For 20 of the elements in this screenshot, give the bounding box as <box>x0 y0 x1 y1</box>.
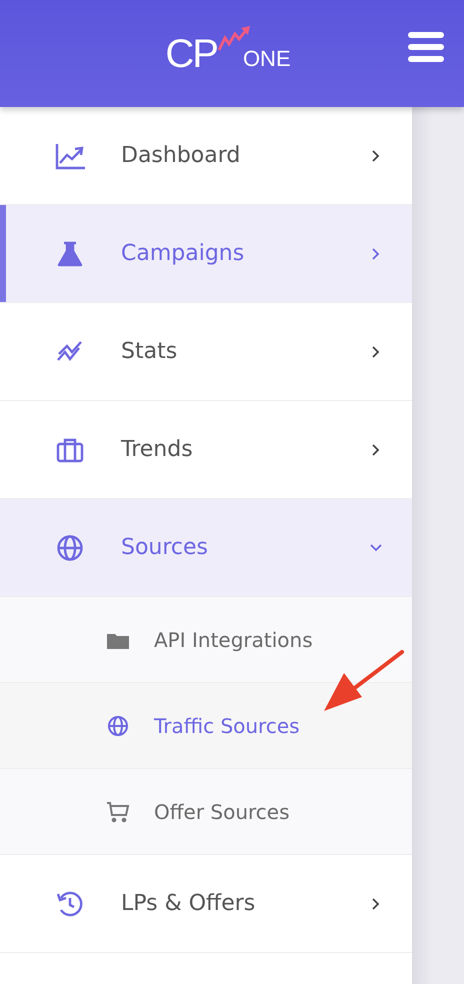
chart-icon <box>55 142 85 170</box>
menu-item[interactable]: Campaigns <box>0 205 412 303</box>
submenu-item[interactable]: API Integrations <box>0 597 412 683</box>
chevron-right-icon <box>370 246 382 260</box>
chevron-right-icon <box>370 896 382 910</box>
menu-icon[interactable] <box>408 32 444 62</box>
menu-item[interactable]: Sources <box>0 499 412 597</box>
chevron-right-icon <box>370 344 382 358</box>
chevron-right-icon <box>370 148 382 162</box>
globe-icon <box>55 534 85 562</box>
globe-icon <box>106 714 130 736</box>
logo-initials: CP <box>165 34 217 74</box>
flask-icon <box>55 240 85 268</box>
logo-word: ONE <box>242 46 291 72</box>
chevron-right-icon <box>370 442 382 456</box>
submenu-item[interactable]: Traffic Sources <box>0 683 412 769</box>
cart-icon <box>106 800 130 822</box>
submenu-item[interactable]: Offer Sources <box>0 769 412 855</box>
rising-arrow-icon <box>216 26 251 52</box>
history-icon <box>55 890 85 918</box>
